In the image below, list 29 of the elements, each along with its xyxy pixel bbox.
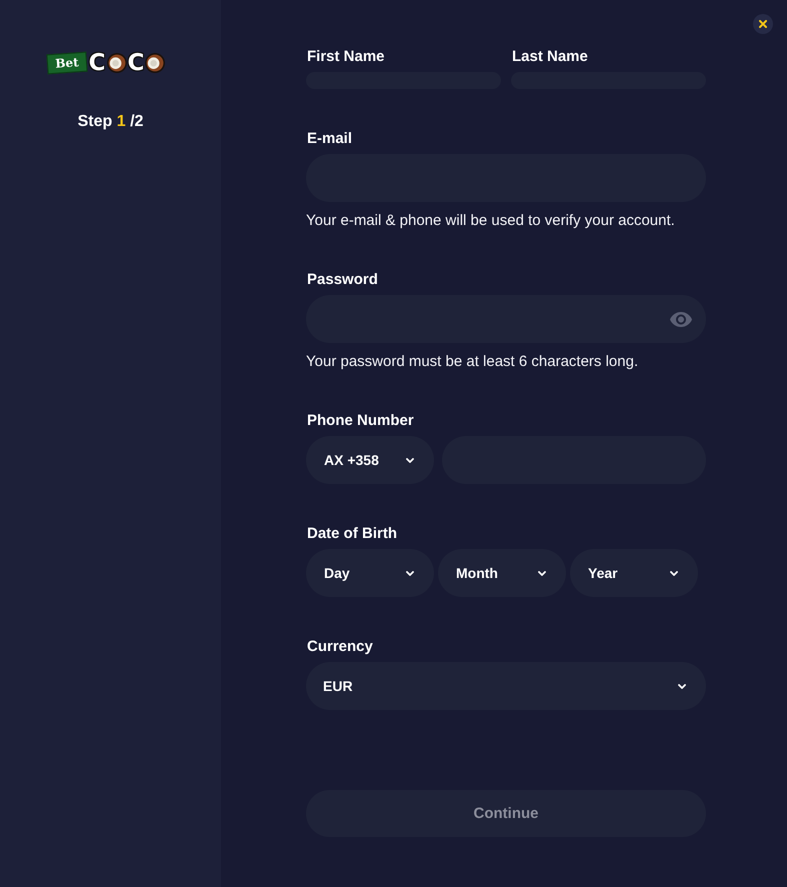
password-field[interactable] [306, 295, 706, 343]
step-indicator: Step 1 /2 [78, 112, 144, 132]
dropdown[interactable]: AX +358 [306, 436, 434, 484]
coconut-icon [106, 53, 126, 73]
dropdown[interactable]: Month [438, 549, 566, 597]
dropdown[interactable]: Year [570, 549, 698, 597]
hint-text: Your e-mail & phone will be used to verify your account. [306, 212, 676, 230]
chevron-down-icon [678, 684, 686, 688]
field-label: Password [306, 271, 379, 289]
eye-icon[interactable] [670, 312, 692, 326]
dropdown[interactable]: EUR [306, 662, 706, 710]
coconut-icon [145, 53, 166, 73]
close-icon [759, 20, 767, 28]
close-button[interactable] [753, 14, 773, 34]
field-label: Currency [306, 638, 374, 656]
field-label: First Name [306, 48, 386, 66]
field-label: Date of Birth [306, 525, 398, 543]
logo-letter: C [88, 52, 106, 74]
chevron-down-icon [670, 570, 678, 576]
field-label: Last Name [511, 48, 589, 66]
chevron-down-icon [406, 458, 414, 462]
chevron-down-icon [406, 570, 414, 576]
hint-text: Your password must be at least 6 characters long. [306, 353, 640, 371]
field-label: E-mail [306, 130, 354, 148]
field-label: Phone Number [306, 412, 415, 430]
logo-badge: Bet [46, 52, 88, 74]
chevron-down-icon [538, 570, 546, 576]
dropdown[interactable]: Day [306, 549, 434, 597]
logo-letter: C [128, 52, 144, 74]
